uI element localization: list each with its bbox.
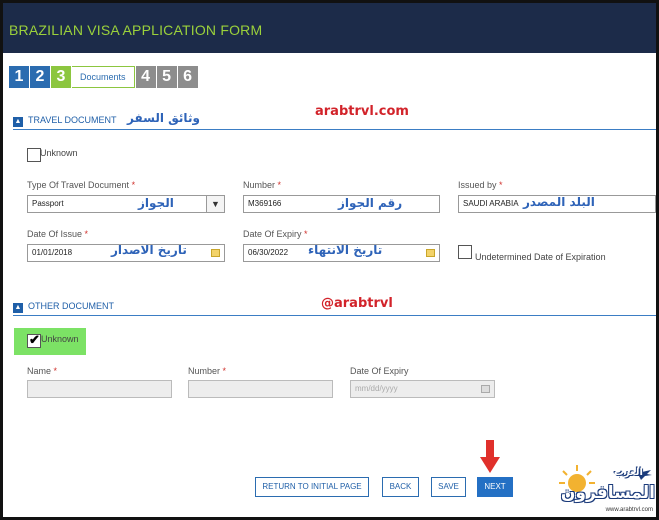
other-expiry-field[interactable]: mm/dd/yyyy xyxy=(350,380,495,398)
travel-unknown-checkbox[interactable] xyxy=(27,148,41,162)
issued-by-annotation: البلد المصدر xyxy=(523,195,595,209)
type-annotation: الجواز xyxy=(138,196,174,210)
calendar-icon[interactable] xyxy=(481,385,490,393)
undetermined-expiration-label: Undetermined Date of Expiration xyxy=(475,252,606,262)
step-indicator: 1 2 3 Documents 4 5 6 xyxy=(9,66,199,88)
step-5[interactable]: 5 xyxy=(156,66,177,88)
undetermined-expiration-checkbox[interactable] xyxy=(458,245,472,259)
next-button[interactable]: NEXT xyxy=(477,477,513,497)
section-divider xyxy=(13,129,656,130)
other-number-label: Number * xyxy=(188,366,227,376)
arab-travelers-logo: العرب المسافرون www.arabtrvl.com xyxy=(547,461,656,517)
date-of-expiry-annotation: تاريخ الانتهاء xyxy=(308,243,383,257)
section-divider xyxy=(13,315,656,316)
type-label: Type Of Travel Document * xyxy=(27,180,136,190)
back-button[interactable]: BACK xyxy=(382,477,419,497)
collapse-icon[interactable]: ▲ xyxy=(13,117,23,127)
travel-unknown-label: Unknown xyxy=(40,148,78,158)
page-header: BRAZILIAN VISA APPLICATION FORM xyxy=(3,3,656,53)
watermark-site: arabtrvl.com xyxy=(315,104,409,119)
other-name-label: Name * xyxy=(27,366,58,376)
calendar-icon[interactable] xyxy=(211,249,220,257)
logo-subtitle: العرب xyxy=(613,467,643,478)
step-6[interactable]: 6 xyxy=(177,66,198,88)
page-title: BRAZILIAN VISA APPLICATION FORM xyxy=(9,22,263,38)
step-1[interactable]: 1 xyxy=(9,66,29,88)
other-expiry-label: Date Of Expiry xyxy=(350,366,409,376)
number-label: Number * xyxy=(243,180,282,190)
other-number-field[interactable] xyxy=(188,380,333,398)
date-of-issue-label: Date Of Issue * xyxy=(27,229,89,239)
return-to-initial-page-button[interactable]: RETURN TO INITIAL PAGE xyxy=(255,477,369,497)
travel-document-title: TRAVEL DOCUMENT xyxy=(28,115,117,125)
checkmark-icon: ✔ xyxy=(29,332,40,347)
other-name-field[interactable] xyxy=(27,380,172,398)
watermark-handle: @arabtrvl xyxy=(321,296,393,311)
travel-document-annotation: وثائق السفر xyxy=(127,111,200,125)
number-annotation: رقم الجواز xyxy=(338,196,403,210)
other-unknown-label: Unknown xyxy=(41,334,79,344)
date-of-expiry-label: Date Of Expiry * xyxy=(243,229,308,239)
logo-title: المسافرون xyxy=(560,483,655,503)
collapse-icon[interactable]: ▲ xyxy=(13,303,23,313)
travel-document-type-select[interactable]: Passport ▼ xyxy=(27,195,225,213)
chevron-down-icon: ▼ xyxy=(206,196,224,212)
date-of-issue-annotation: تاريخ الاصدار xyxy=(111,243,187,257)
other-unknown-checkbox[interactable]: ✔ xyxy=(27,332,41,348)
save-button[interactable]: SAVE xyxy=(431,477,466,497)
logo-url: www.arabtrvl.com xyxy=(605,507,653,513)
step-3-label: Documents xyxy=(72,66,135,88)
red-arrow-icon xyxy=(480,440,500,473)
visa-form-page: BRAZILIAN VISA APPLICATION FORM 1 2 3 Do… xyxy=(3,3,656,517)
issued-by-label: Issued by * xyxy=(458,180,503,190)
step-2[interactable]: 2 xyxy=(30,66,50,88)
other-document-title: OTHER DOCUMENT xyxy=(28,301,114,311)
step-3[interactable]: 3 xyxy=(51,66,71,88)
calendar-icon[interactable] xyxy=(426,249,435,257)
step-4[interactable]: 4 xyxy=(135,66,156,88)
